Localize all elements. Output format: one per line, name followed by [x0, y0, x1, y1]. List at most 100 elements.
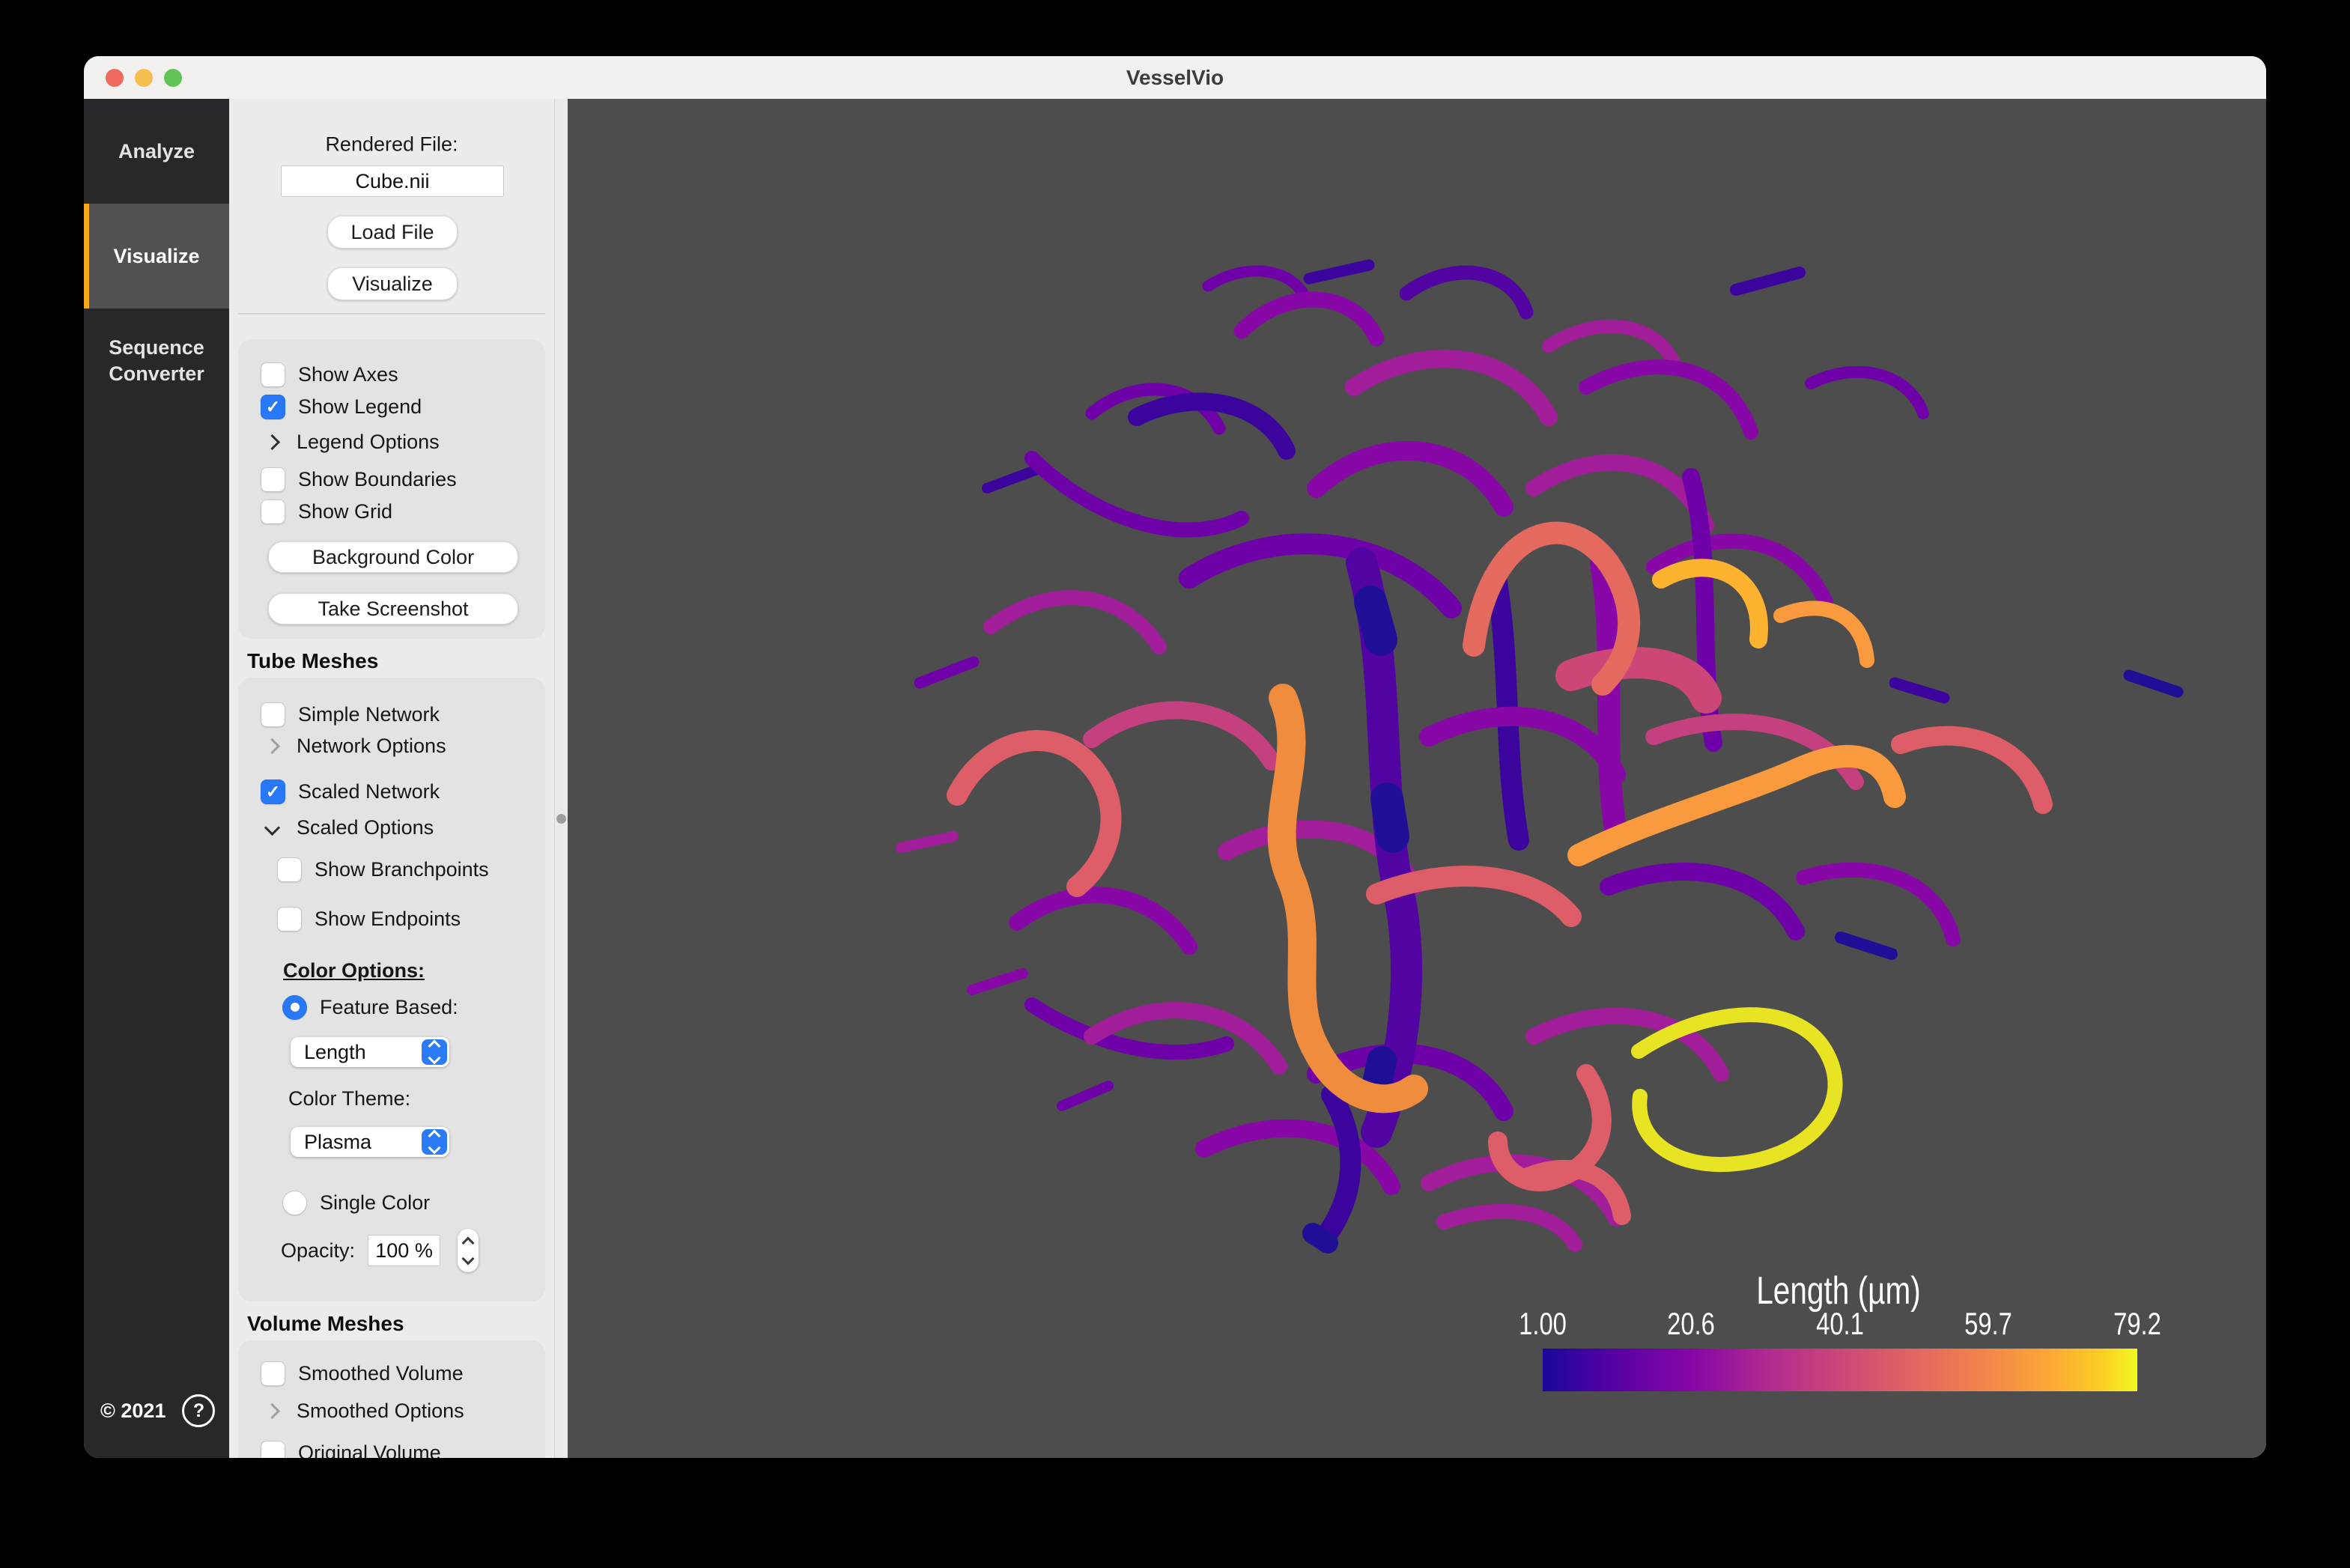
check-icon: ✓	[266, 398, 280, 416]
rendered-file-label: Rendered File:	[229, 133, 554, 157]
color-options-row: Color Options:	[283, 953, 425, 988]
rendered-file-field[interactable]	[281, 165, 504, 197]
visualize-button[interactable]: Visualize	[327, 267, 458, 300]
single-color-radio[interactable]	[282, 1191, 307, 1215]
smoothed-volume-row[interactable]: ✓ Smoothed Volume	[261, 1356, 464, 1391]
radio-dot	[291, 1003, 300, 1012]
section-divider	[238, 313, 545, 314]
scaled-network-row[interactable]: ✓ Scaled Network	[261, 774, 440, 809]
sidebar: Analyze Visualize Sequence Converter © 2…	[84, 99, 229, 1458]
show-endpoints-row[interactable]: ✓ Show Endpoints	[277, 902, 461, 936]
original-volume-row[interactable]: ✓ Original Volume	[261, 1435, 441, 1458]
sidebar-item-visualize[interactable]: Visualize	[84, 204, 229, 309]
feature-based-row[interactable]: Feature Based:	[282, 990, 458, 1024]
minimize-button[interactable]	[135, 69, 153, 87]
chevron-up-icon	[462, 1236, 475, 1249]
vessel-network-render	[568, 99, 2266, 1458]
chevron-up-icon	[428, 1130, 441, 1143]
tree-label: Legend Options	[297, 431, 440, 454]
zoom-button[interactable]	[164, 69, 182, 87]
show-grid-row[interactable]: ✓ Show Grid	[261, 494, 392, 529]
check-icon: ✓	[266, 783, 280, 800]
help-icon[interactable]: ?	[182, 1394, 215, 1427]
scaled-options-row[interactable]: Scaled Options	[261, 810, 434, 845]
show-boundaries-checkbox[interactable]: ✓	[261, 467, 285, 492]
dropdown-stepper-icon	[422, 1039, 447, 1065]
dropdown-value: Length	[304, 1041, 366, 1064]
legend-tick: 59.7	[1964, 1306, 2012, 1342]
opacity-value-field[interactable]: 100 %	[368, 1235, 440, 1266]
original-volume-checkbox[interactable]: ✓	[261, 1441, 285, 1459]
chevron-right-icon	[264, 434, 280, 449]
tree-label: Network Options	[297, 735, 446, 758]
load-file-button[interactable]: Load File	[327, 216, 458, 249]
feature-based-radio[interactable]	[282, 995, 307, 1020]
sidebar-footer: © 2021 ?	[84, 1385, 229, 1437]
app-window: VesselVio Analyze Visualize Sequence Con…	[84, 56, 2266, 1458]
legend-options-row[interactable]: Legend Options	[261, 425, 440, 459]
legend-tick: 79.2	[2113, 1306, 2161, 1342]
active-accent-bar	[84, 204, 89, 309]
legend-tick: 20.6	[1667, 1306, 1715, 1342]
checkbox-label: Show Boundaries	[298, 468, 457, 491]
theme-select-dropdown[interactable]: Plasma	[291, 1127, 449, 1157]
simple-network-checkbox[interactable]: ✓	[261, 702, 285, 727]
titlebar: VesselVio	[84, 56, 2266, 100]
opacity-row: Opacity: 100 %	[281, 1233, 479, 1268]
single-color-row[interactable]: Single Color	[282, 1185, 430, 1220]
dropdown-stepper-icon	[422, 1129, 447, 1155]
color-options-label: Color Options:	[283, 959, 425, 982]
checkbox-label: Simple Network	[298, 703, 440, 726]
checkbox-label: Show Branchpoints	[315, 858, 489, 881]
take-screenshot-button[interactable]: Take Screenshot	[268, 593, 518, 625]
traffic-lights	[106, 56, 182, 99]
viewport-3d[interactable]: Length (µm) 1.00 20.6 40.1 59.7 79.2	[568, 99, 2266, 1458]
copyright-text: © 2021	[100, 1400, 166, 1423]
scrollbar-thumb[interactable]	[556, 814, 566, 824]
checkbox-label: Show Axes	[298, 363, 398, 386]
background-color-button[interactable]: Background Color	[268, 541, 518, 573]
chevron-down-icon	[428, 1052, 441, 1065]
legend-tick: 40.1	[1816, 1306, 1864, 1342]
smoothed-options-row[interactable]: Smoothed Options	[261, 1394, 464, 1428]
checkbox-label: Show Legend	[298, 395, 422, 419]
show-legend-checkbox[interactable]: ✓	[261, 395, 285, 419]
show-legend-row[interactable]: ✓ Show Legend	[261, 389, 422, 424]
chevron-up-icon	[428, 1040, 441, 1053]
colorbar	[1543, 1349, 2137, 1391]
panel-resize-handle[interactable]	[554, 99, 568, 1458]
chevron-right-icon	[264, 1403, 280, 1418]
show-boundaries-row[interactable]: ✓ Show Boundaries	[261, 462, 457, 496]
sidebar-item-analyze[interactable]: Analyze	[84, 99, 229, 204]
radio-label: Single Color	[320, 1191, 430, 1215]
show-branchpoints-checkbox[interactable]: ✓	[277, 857, 302, 882]
chevron-down-icon	[428, 1142, 441, 1155]
opacity-stepper[interactable]	[458, 1229, 479, 1272]
show-branchpoints-row[interactable]: ✓ Show Branchpoints	[277, 852, 489, 887]
feature-select-dropdown[interactable]: Length	[291, 1037, 449, 1067]
checkbox-label: Scaled Network	[298, 780, 440, 803]
tree-label: Scaled Options	[297, 816, 434, 839]
show-axes-row[interactable]: ✓ Show Axes	[261, 357, 398, 392]
smoothed-options-expander[interactable]	[261, 1400, 284, 1423]
show-endpoints-checkbox[interactable]: ✓	[277, 907, 302, 932]
desktop-background: VesselVio Analyze Visualize Sequence Con…	[0, 0, 2350, 1568]
color-theme-row: Color Theme:	[288, 1081, 410, 1116]
network-options-row[interactable]: Network Options	[261, 729, 446, 763]
window-title: VesselVio	[1126, 66, 1224, 90]
chevron-down-icon	[264, 819, 280, 835]
show-axes-checkbox[interactable]: ✓	[261, 362, 285, 387]
checkbox-label: Show Endpoints	[315, 908, 461, 931]
show-grid-checkbox[interactable]: ✓	[261, 499, 285, 524]
sidebar-item-sequence-converter[interactable]: Sequence Converter	[84, 309, 229, 413]
legend-options-expander[interactable]	[261, 431, 284, 454]
simple-network-row[interactable]: ✓ Simple Network	[261, 697, 440, 732]
color-theme-label: Color Theme:	[288, 1087, 410, 1110]
volume-meshes-header: Volume Meshes	[247, 1312, 404, 1336]
network-options-expander[interactable]	[261, 735, 284, 758]
smoothed-volume-checkbox[interactable]: ✓	[261, 1361, 285, 1386]
scaled-network-checkbox[interactable]: ✓	[261, 780, 285, 804]
close-button[interactable]	[106, 69, 124, 87]
scaled-options-expander[interactable]	[261, 816, 284, 839]
checkbox-label: Show Grid	[298, 500, 392, 523]
